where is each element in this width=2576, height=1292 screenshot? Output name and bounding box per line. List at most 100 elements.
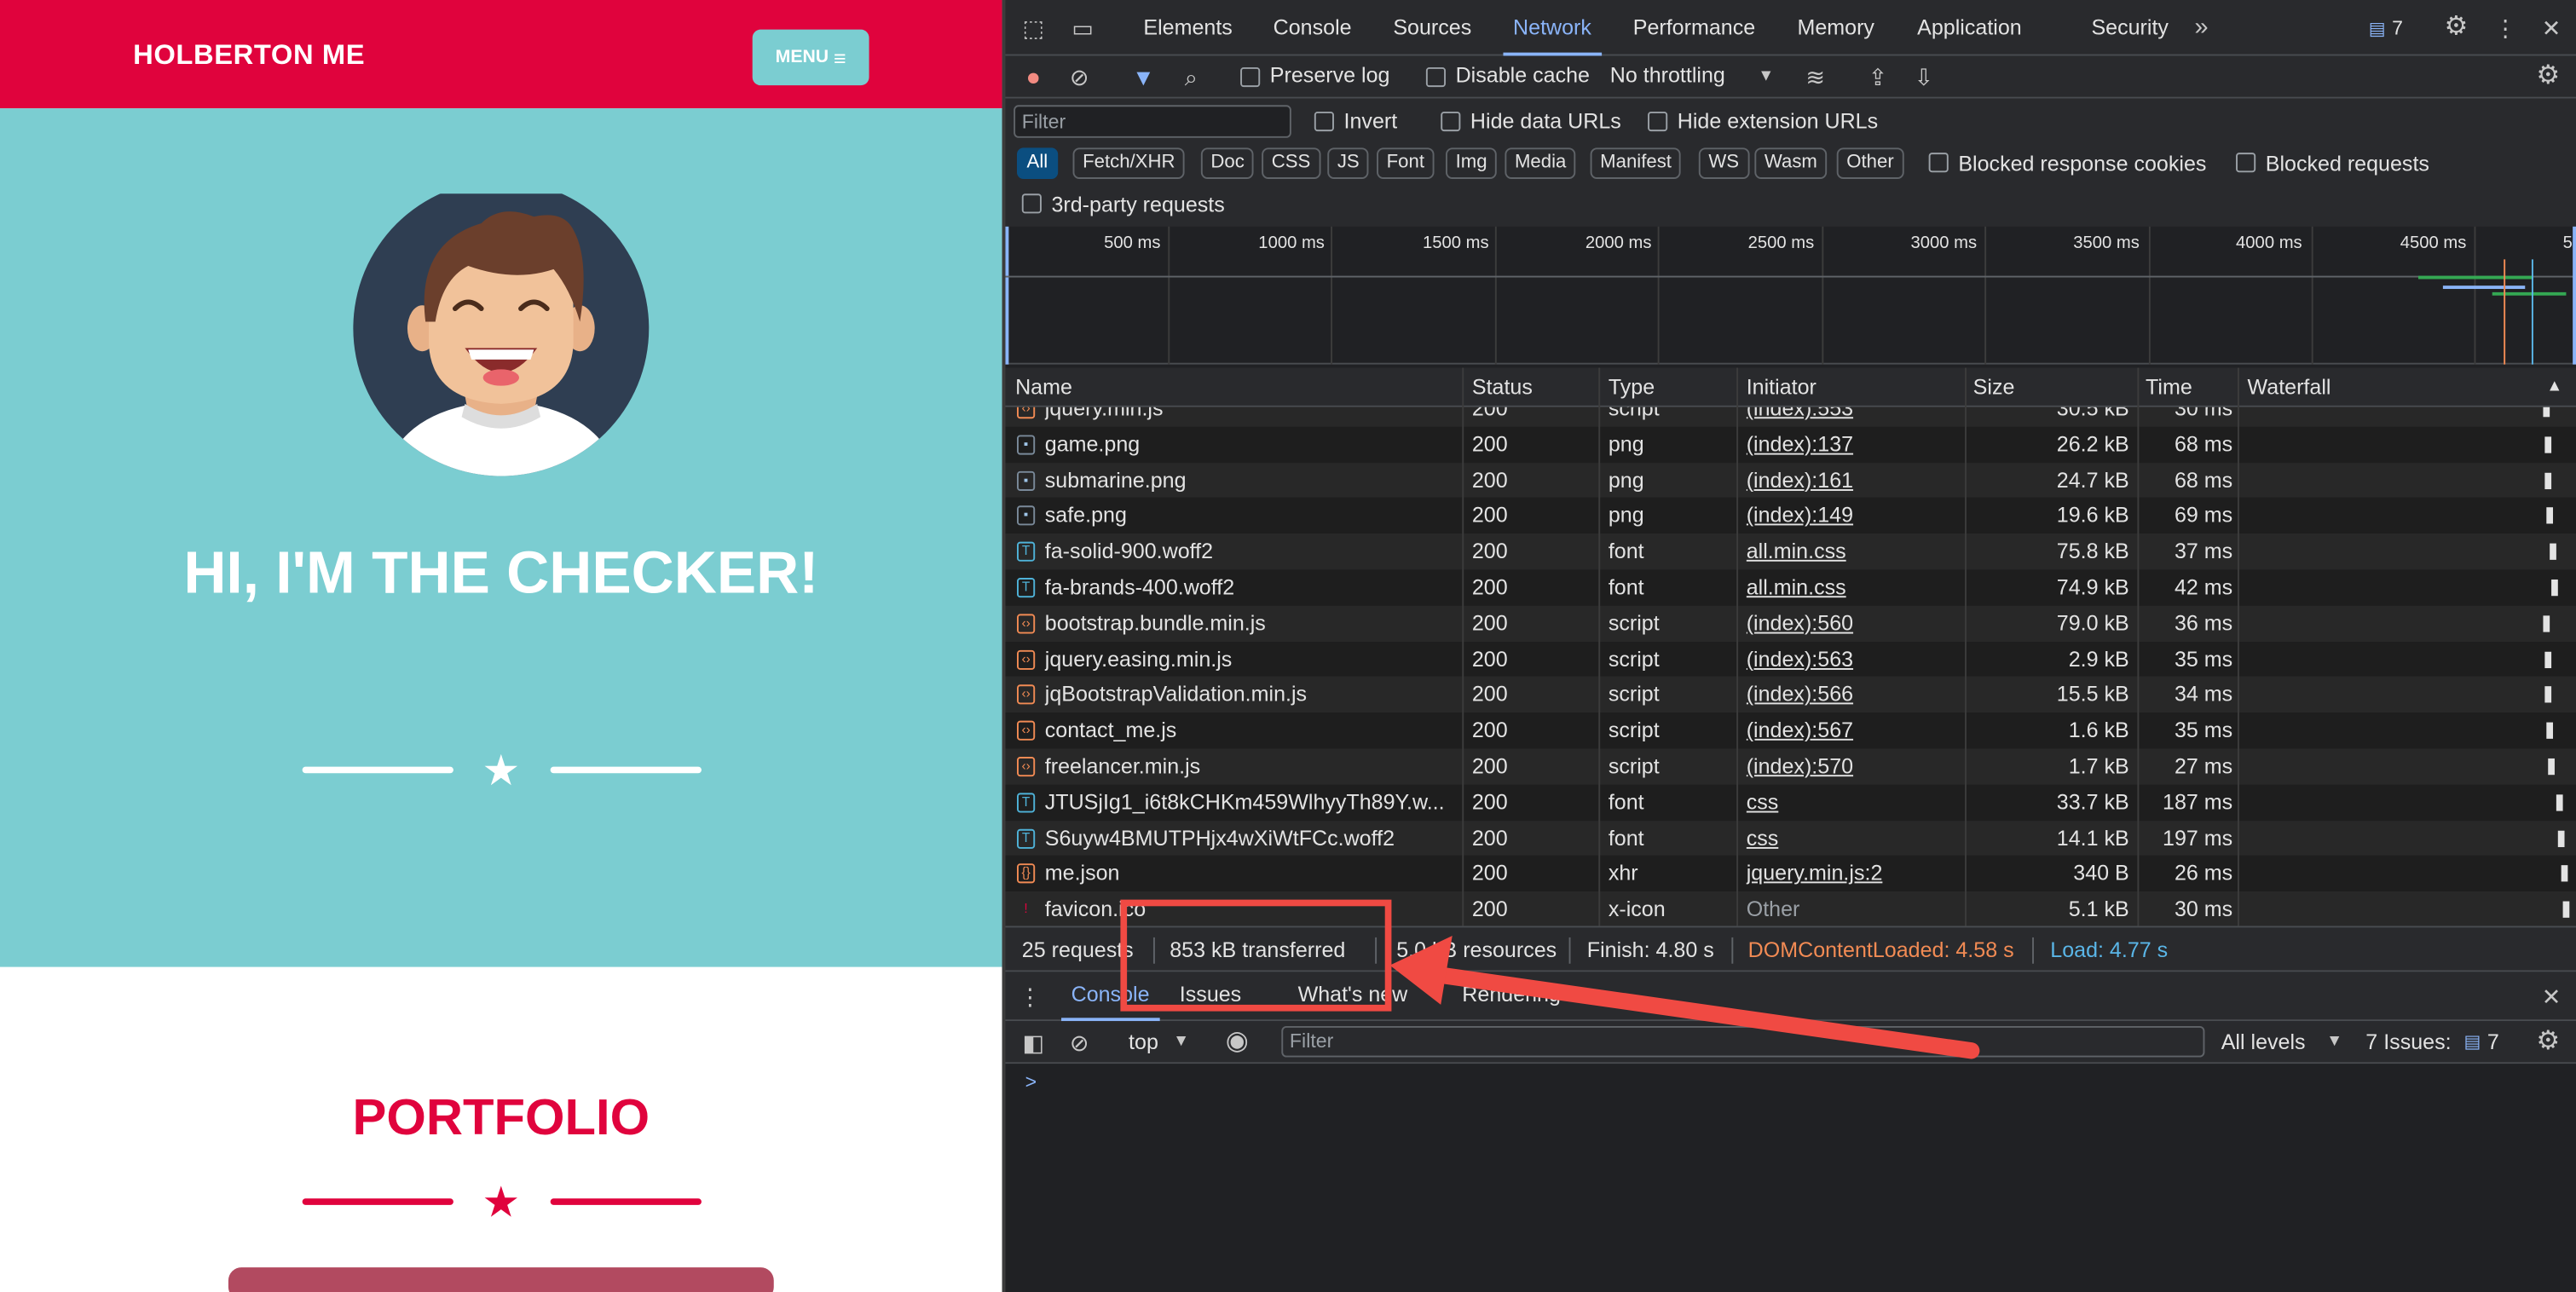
filter-type-font[interactable]: Font xyxy=(1377,147,1435,179)
tab-network[interactable]: Network xyxy=(1503,0,1601,56)
request-initiator[interactable]: (index):149 xyxy=(1747,498,1961,534)
request-name[interactable]: JTUSjIg1_i6t8kCHKm459WlhyyTh89Y.w... xyxy=(1045,784,1456,820)
request-initiator[interactable]: (index):553 xyxy=(1747,407,1961,427)
table-row[interactable]: ‹› bootstrap.bundle.min.js 200 script (index… xyxy=(1005,605,2576,642)
more-tabs-icon[interactable]: » xyxy=(2186,13,2216,43)
throttling-select[interactable]: No throttling xyxy=(1610,62,1725,87)
request-name[interactable]: submarine.png xyxy=(1045,462,1456,498)
drawer-tab-console[interactable]: Console xyxy=(1061,972,1159,1022)
request-name[interactable]: fa-brands-400.woff2 xyxy=(1045,569,1456,605)
request-name[interactable]: jqBootstrapValidation.min.js xyxy=(1045,677,1456,712)
column-status-header[interactable]: Status xyxy=(1472,374,1533,399)
drawer-tab-whats-new[interactable]: What's new xyxy=(1298,972,1408,1021)
table-row[interactable]: ▪ game.png 200 png (index):137 26.2 kB 68 ms xyxy=(1005,426,2576,463)
table-row[interactable]: ‹› freelancer.min.js 200 script (index):570 1… xyxy=(1005,748,2576,785)
network-filter-input[interactable]: Filter xyxy=(1014,105,1291,138)
column-initiator-header[interactable]: Initiator xyxy=(1747,374,1816,399)
column-time-header[interactable]: Time xyxy=(2146,374,2192,399)
import-har-icon[interactable]: ⇪ xyxy=(1863,62,1893,92)
request-initiator[interactable]: (index):570 xyxy=(1747,748,1961,784)
request-initiator[interactable]: (index):560 xyxy=(1747,605,1961,641)
console-filter-input[interactable]: Filter xyxy=(1281,1025,2205,1058)
blocked-cookies-checkbox[interactable] xyxy=(1928,153,1949,173)
request-name[interactable]: favicon.ico xyxy=(1045,891,1456,926)
request-name[interactable]: me.json xyxy=(1045,856,1456,891)
chevron-down-icon[interactable]: ▼ xyxy=(1754,62,1777,92)
filter-type-fetch-xhr[interactable]: Fetch/XHR xyxy=(1072,147,1186,179)
table-row[interactable]: ‹› contact_me.js 200 script (index):567 1.6 k… xyxy=(1005,712,2576,749)
tab-performance[interactable]: Performance xyxy=(1633,0,1755,55)
tab-security[interactable]: Security xyxy=(2091,0,2169,55)
kebab-menu-icon[interactable]: ⋮ xyxy=(2491,13,2521,43)
export-har-icon[interactable]: ⇩ xyxy=(1909,62,1939,92)
tab-elements[interactable]: Elements xyxy=(1143,0,1232,55)
request-initiator[interactable]: (index):566 xyxy=(1747,677,1961,712)
filter-type-css[interactable]: CSS xyxy=(1262,147,1320,179)
hide-extension-urls-checkbox[interactable] xyxy=(1648,111,1668,132)
network-conditions-icon[interactable]: ≋ xyxy=(1800,62,1830,92)
column-size-header[interactable]: Size xyxy=(1973,374,2015,399)
filter-type-ws[interactable]: WS xyxy=(1698,147,1749,179)
invert-checkbox[interactable] xyxy=(1314,111,1334,132)
tab-application[interactable]: Application xyxy=(1917,0,2022,55)
table-row[interactable]: T S6uyw4BMUTPHjx4wXiWtFCc.woff2 200 font css… xyxy=(1005,820,2576,857)
hide-data-urls-checkbox[interactable] xyxy=(1441,111,1461,132)
drawer-tab-rendering[interactable]: Rendering xyxy=(1462,972,1561,1021)
filter-type-other[interactable]: Other xyxy=(1836,147,1904,179)
console-settings-gear-icon[interactable]: ⚙ xyxy=(2533,1028,2563,1058)
request-name[interactable]: S6uyw4BMUTPHjx4wXiWtFCc.woff2 xyxy=(1045,820,1456,856)
network-settings-gear-icon[interactable]: ⚙ xyxy=(2533,62,2563,92)
issues-count[interactable]: 7 xyxy=(2392,0,2403,55)
clear-icon[interactable]: ⊘ xyxy=(1065,62,1095,92)
preserve-log-checkbox[interactable] xyxy=(1240,66,1261,88)
menu-button[interactable]: MENU ≡ xyxy=(752,29,869,86)
request-name[interactable]: safe.png xyxy=(1045,498,1456,534)
request-name[interactable]: game.png xyxy=(1045,426,1456,462)
issues-message-icon[interactable]: ▤ xyxy=(2461,1028,2484,1058)
table-row[interactable]: ▪ submarine.png 200 png (index):161 24.7 kB 68… xyxy=(1005,462,2576,499)
request-initiator[interactable]: (index):567 xyxy=(1747,712,1961,748)
disable-cache-checkbox[interactable] xyxy=(1425,66,1447,88)
filter-type-all[interactable]: All xyxy=(1016,147,1058,179)
filter-type-manifest[interactable]: Manifest xyxy=(1590,147,1682,179)
request-name[interactable]: jquery.min.js xyxy=(1045,407,1456,427)
sidebar-toggle-icon[interactable]: ◧ xyxy=(1019,1028,1048,1058)
table-row[interactable]: ▪ safe.png 200 png (index):149 19.6 kB 69 ms xyxy=(1005,498,2576,534)
settings-gear-icon[interactable]: ⚙ xyxy=(2441,13,2471,43)
inspect-element-icon[interactable]: ⬚ xyxy=(1019,13,1048,43)
portfolio-item[interactable] xyxy=(228,1267,774,1292)
table-row[interactable]: T JTUSjIg1_i6t8kCHKm459WlhyyTh89Y.w... 200… xyxy=(1005,784,2576,821)
request-name[interactable]: fa-solid-900.woff2 xyxy=(1045,534,1456,569)
close-icon[interactable]: ✕ xyxy=(2537,13,2567,43)
blocked-requests-checkbox[interactable] xyxy=(2236,153,2256,173)
request-initiator[interactable]: all.min.css xyxy=(1747,569,1961,605)
third-party-checkbox[interactable] xyxy=(1021,193,1042,214)
request-name[interactable]: freelancer.min.js xyxy=(1045,748,1456,784)
issues-message-icon[interactable]: ▤ xyxy=(2365,14,2388,44)
close-drawer-icon[interactable]: ✕ xyxy=(2537,982,2567,1012)
request-name[interactable]: contact_me.js xyxy=(1045,712,1456,748)
record-stop-icon[interactable]: ⏺ xyxy=(1019,62,1048,92)
filter-funnel-icon[interactable]: ▼ xyxy=(1129,62,1158,92)
log-levels-select[interactable]: All levels xyxy=(2221,1030,2306,1054)
column-type-header[interactable]: Type xyxy=(1609,374,1655,399)
request-name[interactable]: bootstrap.bundle.min.js xyxy=(1045,605,1456,641)
tab-sources[interactable]: Sources xyxy=(1393,0,1471,55)
tab-memory[interactable]: Memory xyxy=(1797,0,1874,55)
table-row[interactable]: Tfa-solid-900.woff2 200 font all.min.css 75.… xyxy=(1005,534,2576,570)
filter-type-js[interactable]: JS xyxy=(1327,147,1370,179)
table-row[interactable]: {} me.json 200 xhr jquery.min.js:2 340 B 26 ms xyxy=(1005,856,2576,892)
table-row[interactable]: Tfa-brands-400.woff2 200 font all.min.css 74… xyxy=(1005,569,2576,606)
search-icon[interactable]: ⌕ xyxy=(1176,62,1206,92)
filter-type-wasm[interactable]: Wasm xyxy=(1754,147,1828,179)
table-row[interactable]: ‹› jquery.easing.min.js 200 script (index):5… xyxy=(1005,641,2576,678)
device-toolbar-icon[interactable]: ▭ xyxy=(1068,13,1098,43)
request-name[interactable]: jquery.easing.min.js xyxy=(1045,641,1456,677)
console-prompt[interactable]: > xyxy=(1025,1070,1037,1093)
request-initiator[interactable]: all.min.css xyxy=(1747,534,1961,569)
overview-handle-left[interactable] xyxy=(1005,226,1009,365)
issues-label[interactable]: 7 Issues: xyxy=(2365,1030,2451,1054)
timeline-overview[interactable]: 500 ms 1000 ms 1500 ms 2000 ms 2500 ms 3… xyxy=(1005,226,2576,365)
chevron-down-icon[interactable]: ▼ xyxy=(2323,1028,2346,1058)
request-initiator[interactable]: jquery.min.js:2 xyxy=(1747,856,1961,891)
